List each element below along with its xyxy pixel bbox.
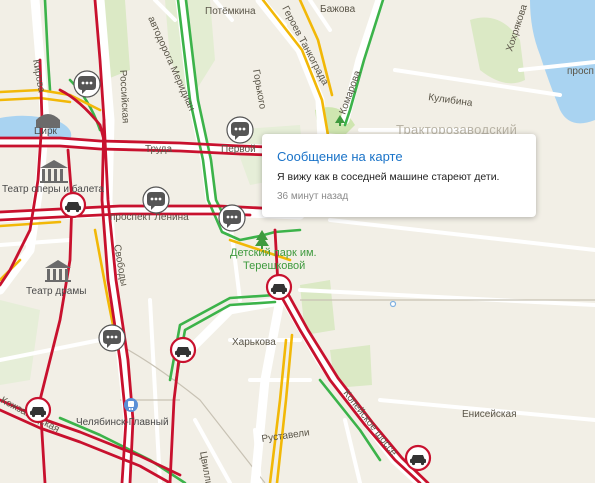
- poi-station-label: Челябинск-Главный: [76, 416, 169, 428]
- chat-message-marker[interactable]: [142, 186, 170, 214]
- street-label-prospect: просп: [567, 66, 594, 77]
- message-popup[interactable]: Сообщение на карте Я вижу как в соседней…: [262, 134, 536, 217]
- street-label-kharkovskaya: Харькова: [232, 337, 276, 348]
- popup-message-text: Я вижу как в соседней машине стареют дет…: [277, 171, 500, 183]
- popup-timestamp: 36 минут назад: [277, 191, 349, 202]
- chat-message-marker[interactable]: [73, 70, 101, 98]
- popup-title: Сообщение на карте: [277, 149, 403, 164]
- street-label-truda: Труда: [145, 144, 172, 155]
- chat-message-marker[interactable]: [98, 324, 126, 352]
- location-dot[interactable]: [389, 300, 397, 308]
- street-label-potemkina: Потёмкина: [205, 6, 256, 17]
- map-canvas[interactable]: Кирова Российская автодорога Меридиан По…: [0, 0, 595, 483]
- street-label-pervoy: Первой: [221, 144, 256, 155]
- accident-marker[interactable]: [169, 336, 197, 364]
- accident-marker[interactable]: [59, 191, 87, 219]
- accident-marker[interactable]: [24, 396, 52, 424]
- train-icon[interactable]: [124, 398, 138, 412]
- street-label-eniseyskaya: Енисейская: [462, 409, 517, 420]
- street-label-bazhova: Бажова: [320, 4, 356, 15]
- accident-marker[interactable]: [265, 273, 293, 301]
- poi-circus-label: Цирк: [34, 126, 58, 137]
- chat-message-marker[interactable]: [226, 116, 254, 144]
- chat-message-marker-active[interactable]: [218, 204, 246, 232]
- poi-park-label-line2: Терешковой: [243, 260, 305, 272]
- street-label-lenina: проспект Ленина: [110, 212, 189, 223]
- accident-marker[interactable]: [404, 444, 432, 472]
- poi-opera-label: Театр оперы и балета: [2, 183, 104, 195]
- poi-drama-label: Театр драмы: [26, 286, 86, 297]
- poi-park-label-line1: Детский парк им.: [230, 247, 317, 259]
